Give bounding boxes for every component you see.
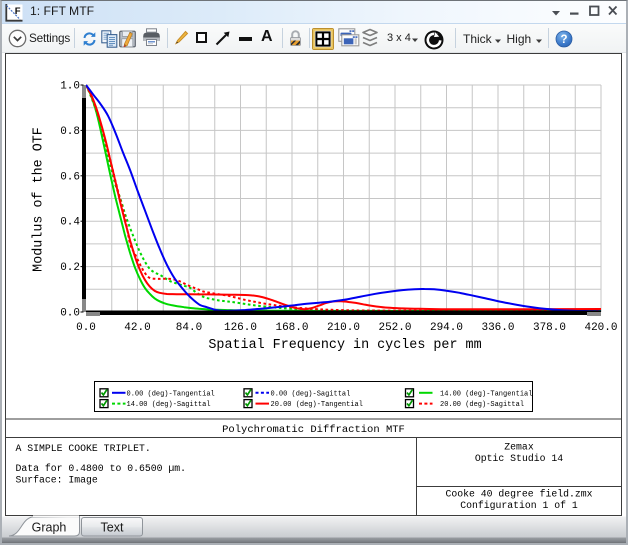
svg-text:20.00 (deg)-Tangential: 20.00 (deg)-Tangential [271,401,363,409]
svg-text:0.00 (deg)-Tangential: 0.00 (deg)-Tangential [127,390,215,398]
svg-text:Cooke 40 degree field.zmx: Cooke 40 degree field.zmx [446,489,593,500]
svg-text:Configuration 1 of 1: Configuration 1 of 1 [460,500,578,511]
svg-text:0.2: 0.2 [60,262,80,274]
svg-text:Graph: Graph [32,521,67,535]
svg-text:Spatial Frequency in cycles pe: Spatial Frequency in cycles per mm [208,338,481,353]
svg-text:294.0: 294.0 [430,322,463,334]
svg-text:0.4: 0.4 [60,217,80,229]
svg-text:0.8: 0.8 [60,126,80,138]
svg-text:210.0: 210.0 [327,322,360,334]
svg-text:F: F [15,5,21,16]
svg-text:Text: Text [101,521,124,535]
svg-text:Surface: Image: Surface: Image [16,474,98,485]
svg-text:126.0: 126.0 [224,322,257,334]
svg-text:84.0: 84.0 [176,322,202,334]
svg-text:420.0: 420.0 [584,322,617,334]
svg-text:42.0: 42.0 [124,322,150,334]
svg-text:14.00 (deg)-Sagittal: 14.00 (deg)-Sagittal [127,401,211,409]
svg-text:Zemax: Zemax [504,442,534,453]
svg-text:336.0: 336.0 [481,322,514,334]
svg-text:1.0: 1.0 [60,81,80,93]
svg-text:378.0: 378.0 [533,322,566,334]
svg-text:Data for 0.4800 to 0.6500 µm.: Data for 0.4800 to 0.6500 µm. [16,463,187,474]
svg-text:A SIMPLE COOKE TRIPLET.: A SIMPLE COOKE TRIPLET. [16,443,151,454]
svg-text:20.00 (deg)-Sagittal: 20.00 (deg)-Sagittal [440,401,524,409]
svg-text:0.0: 0.0 [76,322,96,334]
svg-text:168.0: 168.0 [275,322,308,334]
svg-text:0.6: 0.6 [60,171,80,183]
svg-text:0.0: 0.0 [60,308,80,320]
svg-text:252.0: 252.0 [378,322,411,334]
svg-text:14.00 (deg)-Tangential: 14.00 (deg)-Tangential [440,390,532,398]
svg-text:?: ? [560,34,567,46]
svg-text:Modulus of the OTF: Modulus of the OTF [32,127,47,272]
svg-text:Optic Studio 14: Optic Studio 14 [475,453,563,464]
svg-text:Polychromatic Diffraction MTF: Polychromatic Diffraction MTF [222,424,405,436]
svg-text:0.00 (deg)-Sagittal: 0.00 (deg)-Sagittal [271,390,351,398]
